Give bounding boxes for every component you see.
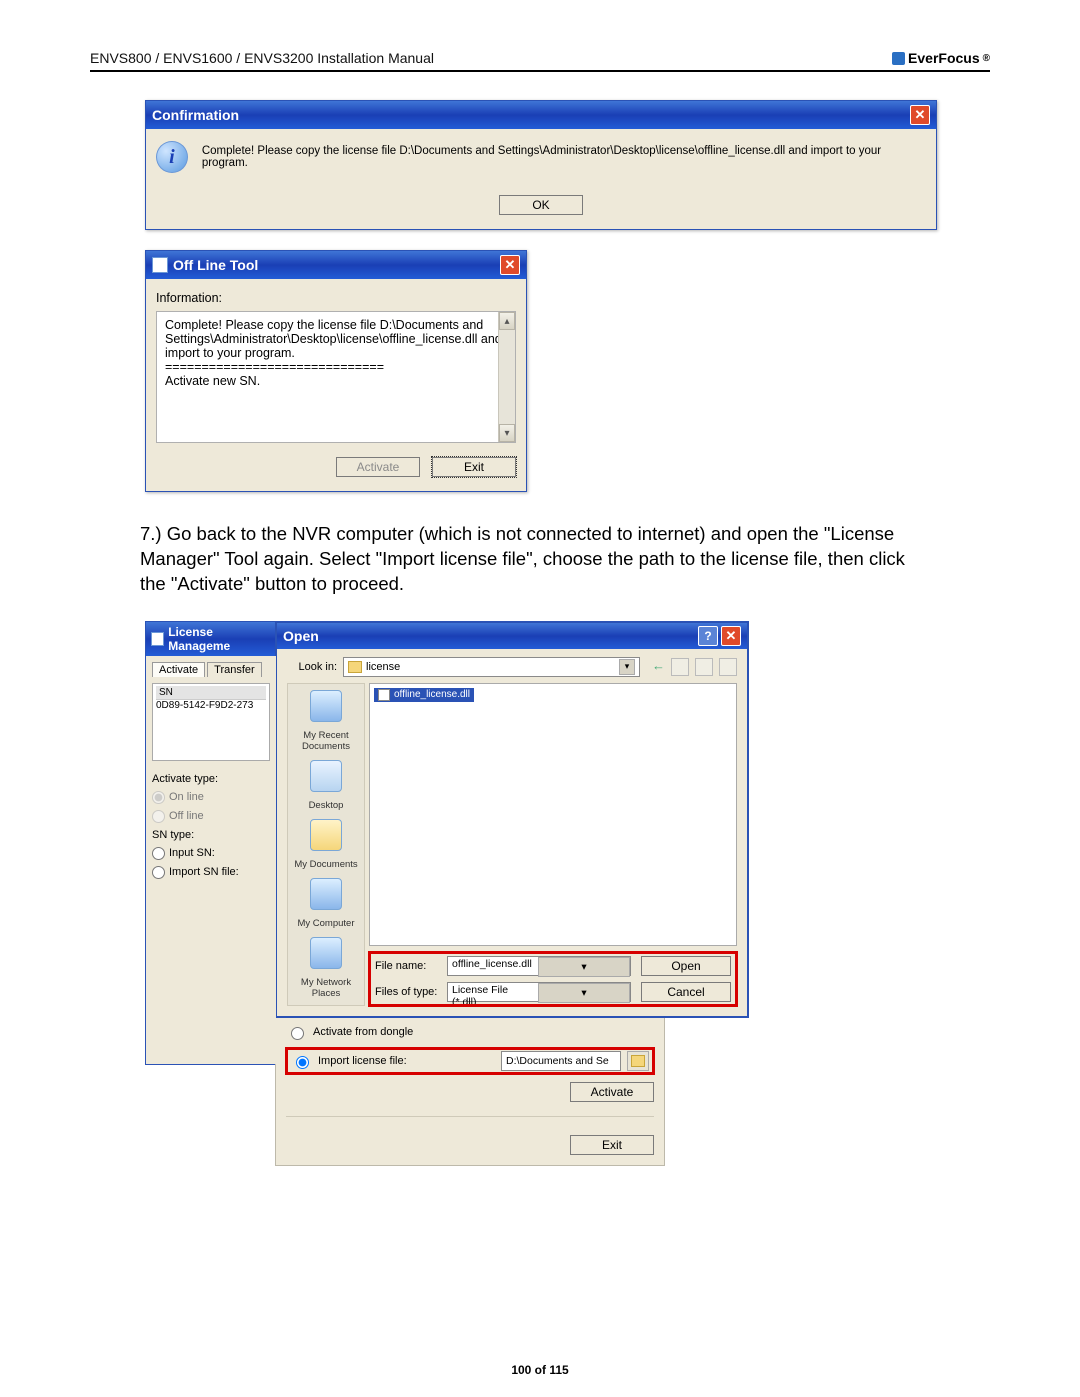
scroll-up-icon[interactable]: ▴ — [499, 312, 515, 330]
chevron-down-icon[interactable]: ▾ — [538, 983, 630, 1003]
offline-titlebar[interactable]: Off Line Tool ✕ — [146, 251, 526, 279]
places-bar: My Recent Documents Desktop My Documents… — [287, 683, 365, 1006]
confirmation-title: Confirmation — [152, 107, 239, 123]
radio-activate-from-dongle[interactable]: Activate from dongle — [286, 1024, 654, 1040]
radio-input-sn[interactable]: Input SN: — [152, 847, 270, 860]
radio-import-license-file[interactable]: Import license file: — [291, 1053, 407, 1069]
place-mynetwork[interactable]: My Network Places — [290, 977, 362, 999]
chevron-down-icon[interactable]: ▾ — [538, 957, 630, 977]
file-name-label: File name: — [375, 960, 439, 972]
browse-icon[interactable] — [627, 1051, 649, 1071]
page-header: ENVS800 / ENVS1600 / ENVS3200 Installati… — [90, 50, 990, 72]
cancel-button[interactable]: Cancel — [641, 982, 731, 1002]
help-icon[interactable]: ? — [698, 626, 718, 646]
activate-type-label: Activate type: — [152, 773, 270, 785]
offline-title: Off Line Tool — [173, 257, 258, 273]
radio-online[interactable]: On line — [152, 791, 270, 804]
tab-transfer[interactable]: Transfer — [207, 662, 262, 677]
confirmation-content: i Complete! Please copy the license file… — [156, 141, 926, 173]
files-of-type-label: Files of type: — [375, 986, 439, 998]
confirmation-dialog: Confirmation ✕ i Complete! Please copy t… — [145, 100, 937, 230]
brand-logo-area: EverFocus ® — [892, 50, 990, 66]
folder-icon — [348, 661, 362, 673]
brand-logo-icon — [892, 52, 905, 65]
exit-button[interactable]: Exit — [432, 457, 516, 477]
new-folder-icon[interactable] — [695, 658, 713, 676]
sn-type-label: SN type: — [152, 829, 270, 841]
brand-name: EverFocus — [908, 50, 980, 66]
sn-value[interactable]: 0D89-5142-F9D2-273 — [156, 700, 266, 711]
file-item[interactable]: offline_license.dll — [374, 688, 474, 702]
information-text: Complete! Please copy the license file D… — [165, 318, 507, 388]
information-textarea[interactable]: Complete! Please copy the license file D… — [156, 311, 516, 443]
close-icon[interactable]: ✕ — [500, 255, 520, 275]
file-name-combo[interactable]: offline_license.dll ▾ — [447, 956, 631, 976]
folder-icon — [631, 1055, 645, 1067]
look-in-label: Look in: — [287, 661, 337, 673]
mynetwork-icon[interactable] — [310, 937, 342, 969]
sn-list[interactable]: SN 0D89-5142-F9D2-273 — [152, 683, 270, 761]
activate-button: Activate — [336, 457, 420, 477]
open-button[interactable]: Open — [641, 956, 731, 976]
mydocs-icon[interactable] — [310, 819, 342, 851]
open-dialog-title: Open — [283, 628, 319, 644]
place-mydocs[interactable]: My Documents — [294, 859, 357, 870]
place-mycomputer[interactable]: My Computer — [297, 918, 354, 929]
tab-activate[interactable]: Activate — [152, 662, 205, 677]
brand-reg: ® — [983, 53, 990, 64]
place-recent[interactable]: My Recent Documents — [290, 730, 362, 752]
activate-button[interactable]: Activate — [570, 1082, 654, 1102]
radio-offline[interactable]: Off line — [152, 810, 270, 823]
view-menu-icon[interactable] — [719, 658, 737, 676]
sn-header: SN — [156, 686, 266, 700]
file-name-value: offline_license.dll — [448, 957, 538, 975]
file-list[interactable]: offline_license.dll — [369, 683, 737, 946]
doc-title: ENVS800 / ENVS1600 / ENVS3200 Installati… — [90, 50, 434, 66]
offline-tool-dialog: Off Line Tool ✕ Information: Complete! P… — [145, 250, 527, 492]
open-dialog-titlebar[interactable]: Open ? ✕ — [277, 623, 747, 649]
info-icon: i — [156, 141, 188, 173]
license-path-field[interactable]: D:\Documents and Se — [501, 1051, 621, 1071]
confirmation-titlebar[interactable]: Confirmation ✕ — [146, 101, 936, 129]
license-manager-titlebar[interactable]: License Manageme — [146, 622, 276, 656]
place-desktop[interactable]: Desktop — [309, 800, 344, 811]
open-file-dialog: Open ? ✕ Look in: license ▾ ← — [275, 621, 749, 1018]
license-manager-title: License Manageme — [168, 625, 271, 653]
license-manager-window: License Manageme Activate Transfer SN 0D… — [145, 621, 277, 1065]
files-of-type-value: License File (*.dll) — [448, 983, 538, 1001]
ok-button[interactable]: OK — [499, 195, 583, 215]
look-in-value: license — [366, 661, 400, 673]
close-icon[interactable]: ✕ — [910, 105, 930, 125]
look-in-dropdown[interactable]: license ▾ — [343, 657, 640, 677]
scrollbar[interactable]: ▴ ▾ — [498, 312, 515, 442]
exit-button[interactable]: Exit — [570, 1135, 654, 1155]
close-icon[interactable]: ✕ — [721, 626, 741, 646]
recent-docs-icon[interactable] — [310, 690, 342, 722]
page-footer: 100 of 115 — [0, 1363, 1080, 1377]
instruction-step-7: 7.) Go back to the NVR computer (which i… — [140, 522, 920, 597]
desktop-icon[interactable] — [310, 760, 342, 792]
confirmation-message: Complete! Please copy the license file D… — [202, 145, 926, 169]
file-icon — [378, 689, 390, 701]
app-icon — [152, 257, 168, 273]
back-icon[interactable]: ← — [652, 658, 665, 676]
mycomputer-icon[interactable] — [310, 878, 342, 910]
radio-import-sn[interactable]: Import SN file: — [152, 866, 270, 879]
chevron-down-icon[interactable]: ▾ — [619, 659, 635, 675]
scroll-down-icon[interactable]: ▾ — [499, 424, 515, 442]
information-label: Information: — [156, 291, 516, 305]
app-icon — [151, 632, 164, 646]
files-of-type-combo[interactable]: License File (*.dll) ▾ — [447, 982, 631, 1002]
up-folder-icon[interactable] — [671, 658, 689, 676]
license-manager-lower-panel: Activate from dongle Import license file… — [275, 1018, 665, 1166]
